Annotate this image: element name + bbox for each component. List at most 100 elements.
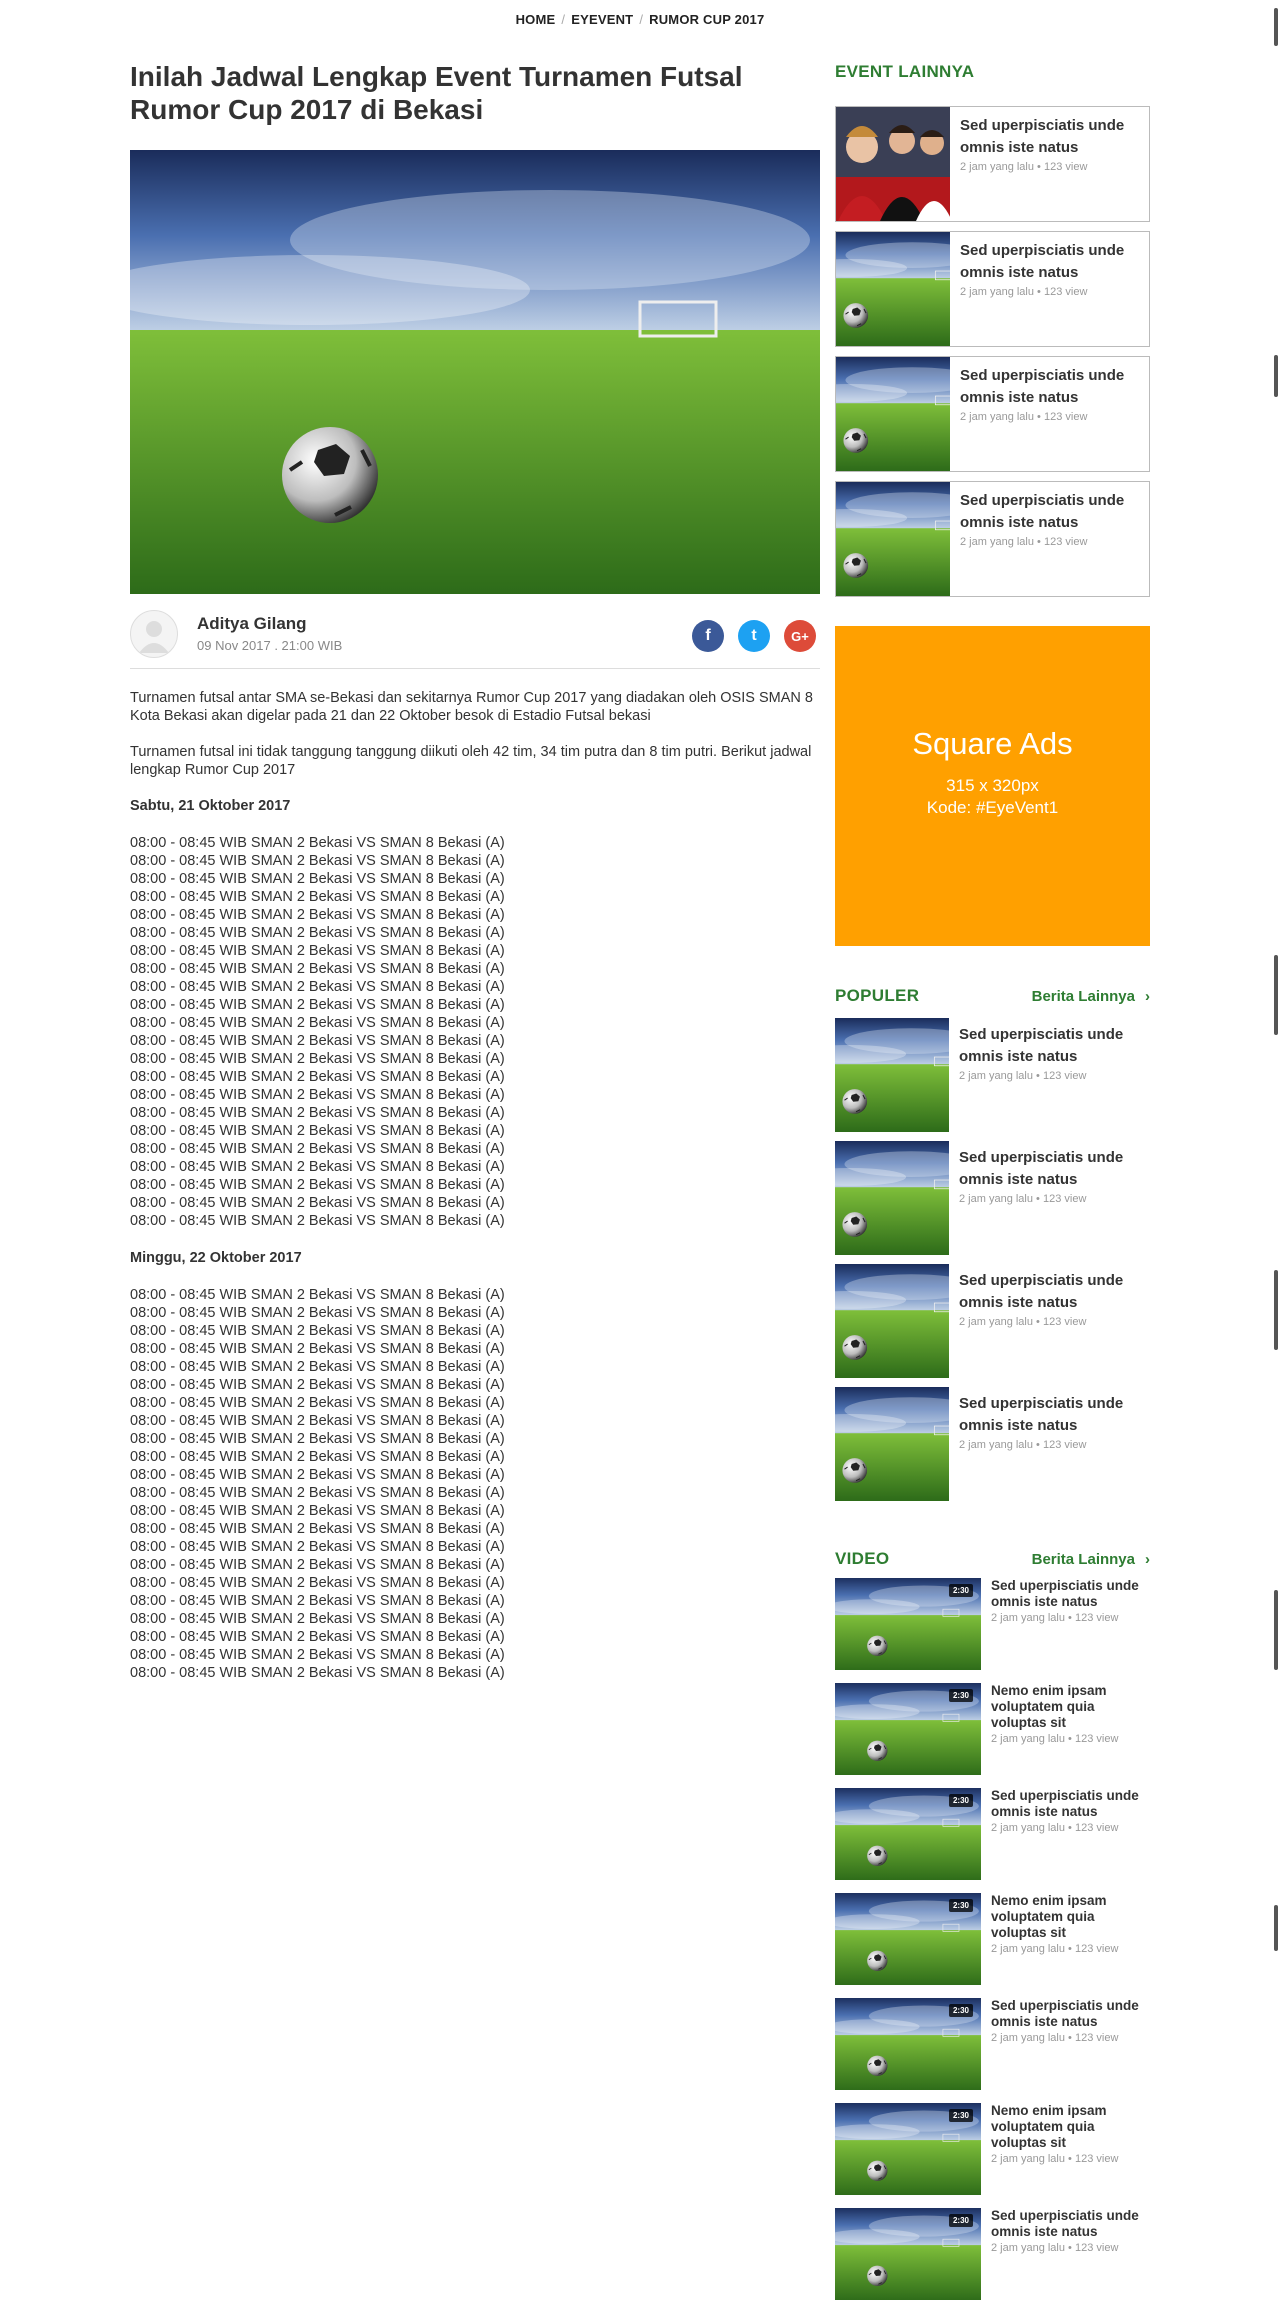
view-count: 123 view <box>1074 1822 1119 1834</box>
video-meta: 2 jam yang lalu • 123 view <box>991 2153 1119 2165</box>
event-title[interactable]: Sed uperpisciatis unde omnis iste natus <box>960 490 1140 534</box>
view-count: 123 view <box>1074 2242 1119 2254</box>
breadcrumb-home[interactable]: HOME <box>516 12 556 27</box>
scrollbar-thumb[interactable] <box>1274 955 1278 1035</box>
populer-title[interactable]: Sed uperpisciatis unde omnis iste natus <box>959 1024 1144 1068</box>
ads-size: 315 x 320px <box>946 776 1039 795</box>
match-row: 08:00 - 08:45 WIB SMAN 2 Bekasi VS SMAN … <box>130 889 505 905</box>
duration-badge: 2:30 <box>948 2109 973 2122</box>
video-title[interactable]: Sed uperpisciatis unde omnis iste natus <box>991 1578 1149 1610</box>
event-thumbnail[interactable] <box>836 107 950 221</box>
video-title[interactable]: Nemo enim ipsam voluptatem quia voluptas… <box>991 1893 1149 1941</box>
more-link[interactable]: Berita Lainnya › <box>1032 988 1150 1005</box>
match-row: 08:00 - 08:45 WIB SMAN 2 Bekasi VS SMAN … <box>130 871 505 887</box>
event-thumbnail[interactable] <box>836 232 950 346</box>
event-meta: 2 jam yang lalu • 123 view <box>960 286 1088 298</box>
chevron-right-icon: › <box>1145 1550 1150 1568</box>
populer-title[interactable]: Sed uperpisciatis unde omnis iste natus <box>959 1270 1144 1314</box>
populer-thumbnail[interactable] <box>835 1018 949 1132</box>
video-title[interactable]: Sed uperpisciatis unde omnis iste natus <box>991 1998 1149 2030</box>
event-card[interactable]: Sed uperpisciatis unde omnis iste natus 2… <box>835 481 1150 597</box>
googleplus-share-icon[interactable]: G+ <box>784 620 816 652</box>
video-meta: 2 jam yang lalu • 123 view <box>991 1733 1119 1745</box>
match-row: 08:00 - 08:45 WIB SMAN 2 Bekasi VS SMAN … <box>130 1213 505 1229</box>
event-thumbnail[interactable] <box>836 357 950 471</box>
match-row: 08:00 - 08:45 WIB SMAN 2 Bekasi VS SMAN … <box>130 1051 505 1067</box>
video-title[interactable]: Nemo enim ipsam voluptatem quia voluptas… <box>991 2103 1149 2151</box>
duration-badge: 2:30 <box>948 2004 973 2017</box>
event-title[interactable]: Sed uperpisciatis unde omnis iste natus <box>960 240 1140 284</box>
video-title[interactable]: Sed uperpisciatis unde omnis iste natus <box>991 2208 1149 2240</box>
video-thumbnail[interactable]: 2:30 <box>835 1893 981 1985</box>
video-thumbnail[interactable]: 2:30 <box>835 2208 981 2300</box>
event-card[interactable]: Sed uperpisciatis unde omnis iste natus 2… <box>835 356 1150 472</box>
match-row: 08:00 - 08:45 WIB SMAN 2 Bekasi VS SMAN … <box>130 1195 505 1211</box>
match-row: 08:00 - 08:45 WIB SMAN 2 Bekasi VS SMAN … <box>130 943 505 959</box>
video-item[interactable]: 2:30 Sed uperpisciatis unde omnis iste na… <box>835 1788 1150 1880</box>
video-item[interactable]: 2:30 Nemo enim ipsam voluptatem quia volu… <box>835 1683 1150 1775</box>
time-ago: 2 jam yang lalu <box>991 1822 1065 1834</box>
scrollbar-thumb[interactable] <box>1274 355 1278 397</box>
event-title[interactable]: Sed uperpisciatis unde omnis iste natus <box>960 115 1140 159</box>
time-ago: 2 jam yang lalu <box>960 286 1034 298</box>
populer-item[interactable]: Sed uperpisciatis unde omnis iste natus 2… <box>835 1264 1150 1378</box>
match-row: 08:00 - 08:45 WIB SMAN 2 Bekasi VS SMAN … <box>130 1485 505 1501</box>
more-link[interactable]: Berita Lainnya › <box>1032 1551 1150 1568</box>
scrollbar-thumb[interactable] <box>1274 1590 1278 1670</box>
populer-thumbnail[interactable] <box>835 1387 949 1501</box>
video-thumbnail[interactable]: 2:30 <box>835 1683 981 1775</box>
populer-item[interactable]: Sed uperpisciatis unde omnis iste natus 2… <box>835 1018 1150 1132</box>
populer-meta: 2 jam yang lalu • 123 view <box>959 1193 1087 1205</box>
video-item[interactable]: 2:30 Sed uperpisciatis unde omnis iste na… <box>835 1998 1150 2090</box>
video-item[interactable]: 2:30 Nemo enim ipsam voluptatem quia volu… <box>835 1893 1150 1985</box>
breadcrumb-eyevent[interactable]: EYEVENT <box>571 12 633 27</box>
match-row: 08:00 - 08:45 WIB SMAN 2 Bekasi VS SMAN … <box>130 1449 505 1465</box>
time-ago: 2 jam yang lalu <box>960 411 1034 423</box>
video-item[interactable]: 2:30 Nemo enim ipsam voluptatem quia volu… <box>835 2103 1150 2195</box>
more-label: Berita Lainnya <box>1031 1550 1135 1568</box>
video-title[interactable]: Sed uperpisciatis unde omnis iste natus <box>991 1788 1149 1820</box>
populer-thumbnail[interactable] <box>835 1141 949 1255</box>
video-title[interactable]: Nemo enim ipsam voluptatem quia voluptas… <box>991 1683 1149 1731</box>
scrollbar[interactable] <box>1270 0 1280 2313</box>
breadcrumb-current[interactable]: RUMOR CUP 2017 <box>649 12 764 27</box>
football-field-thumbnail <box>835 1264 949 1378</box>
article-paragraph: Turnamen futsal ini tidak tanggung tangg… <box>130 744 812 778</box>
twitter-share-icon[interactable]: t <box>738 620 770 652</box>
populer-item[interactable]: Sed uperpisciatis unde omnis iste natus 2… <box>835 1141 1150 1255</box>
scrollbar-thumb[interactable] <box>1274 1905 1278 1951</box>
breadcrumb: HOME / EYEVENT / RUMOR CUP 2017 <box>0 12 1280 27</box>
video-thumbnail[interactable]: 2:30 <box>835 1998 981 2090</box>
view-count: 123 view <box>1043 536 1088 548</box>
scrollbar-thumb[interactable] <box>1274 1270 1278 1350</box>
match-row: 08:00 - 08:45 WIB SMAN 2 Bekasi VS SMAN … <box>130 1467 505 1483</box>
football-field-thumbnail <box>836 357 950 471</box>
view-count: 123 view <box>1043 286 1088 298</box>
view-count: 123 view <box>1042 1193 1087 1205</box>
video-item[interactable]: 2:30 Sed uperpisciatis unde omnis iste na… <box>835 1578 1150 1670</box>
video-item[interactable]: 2:30 Sed uperpisciatis unde omnis iste na… <box>835 2208 1150 2300</box>
facebook-share-icon[interactable]: f <box>692 620 724 652</box>
duration-badge: 2:30 <box>948 1689 973 1702</box>
video-thumbnail[interactable]: 2:30 <box>835 2103 981 2195</box>
populer-title[interactable]: Sed uperpisciatis unde omnis iste natus <box>959 1393 1144 1437</box>
event-thumbnail[interactable] <box>836 482 950 596</box>
match-row: 08:00 - 08:45 WIB SMAN 2 Bekasi VS SMAN … <box>130 961 505 977</box>
event-card[interactable]: Sed uperpisciatis unde omnis iste natus 2… <box>835 231 1150 347</box>
scrollbar-thumb[interactable] <box>1274 8 1278 46</box>
view-count: 123 view <box>1042 1316 1087 1328</box>
duration-badge: 2:30 <box>948 2214 973 2227</box>
avatar[interactable] <box>130 610 178 658</box>
populer-thumbnail[interactable] <box>835 1264 949 1378</box>
event-card[interactable]: Sed uperpisciatis unde omnis iste natus 2… <box>835 106 1150 222</box>
author-name[interactable]: Aditya Gilang <box>197 614 307 634</box>
duration-badge: 2:30 <box>948 1794 973 1807</box>
event-title[interactable]: Sed uperpisciatis unde omnis iste natus <box>960 365 1140 409</box>
video-thumbnail[interactable]: 2:30 <box>835 1578 981 1670</box>
breadcrumb-separator: / <box>561 12 566 27</box>
populer-item[interactable]: Sed uperpisciatis unde omnis iste natus 2… <box>835 1387 1150 1501</box>
square-ads[interactable]: Square Ads 315 x 320px Kode: #EyeVent1 <box>835 626 1150 946</box>
section-title: EVENT LAINNYA <box>835 62 975 81</box>
video-thumbnail[interactable]: 2:30 <box>835 1788 981 1880</box>
populer-title[interactable]: Sed uperpisciatis unde omnis iste natus <box>959 1147 1144 1191</box>
